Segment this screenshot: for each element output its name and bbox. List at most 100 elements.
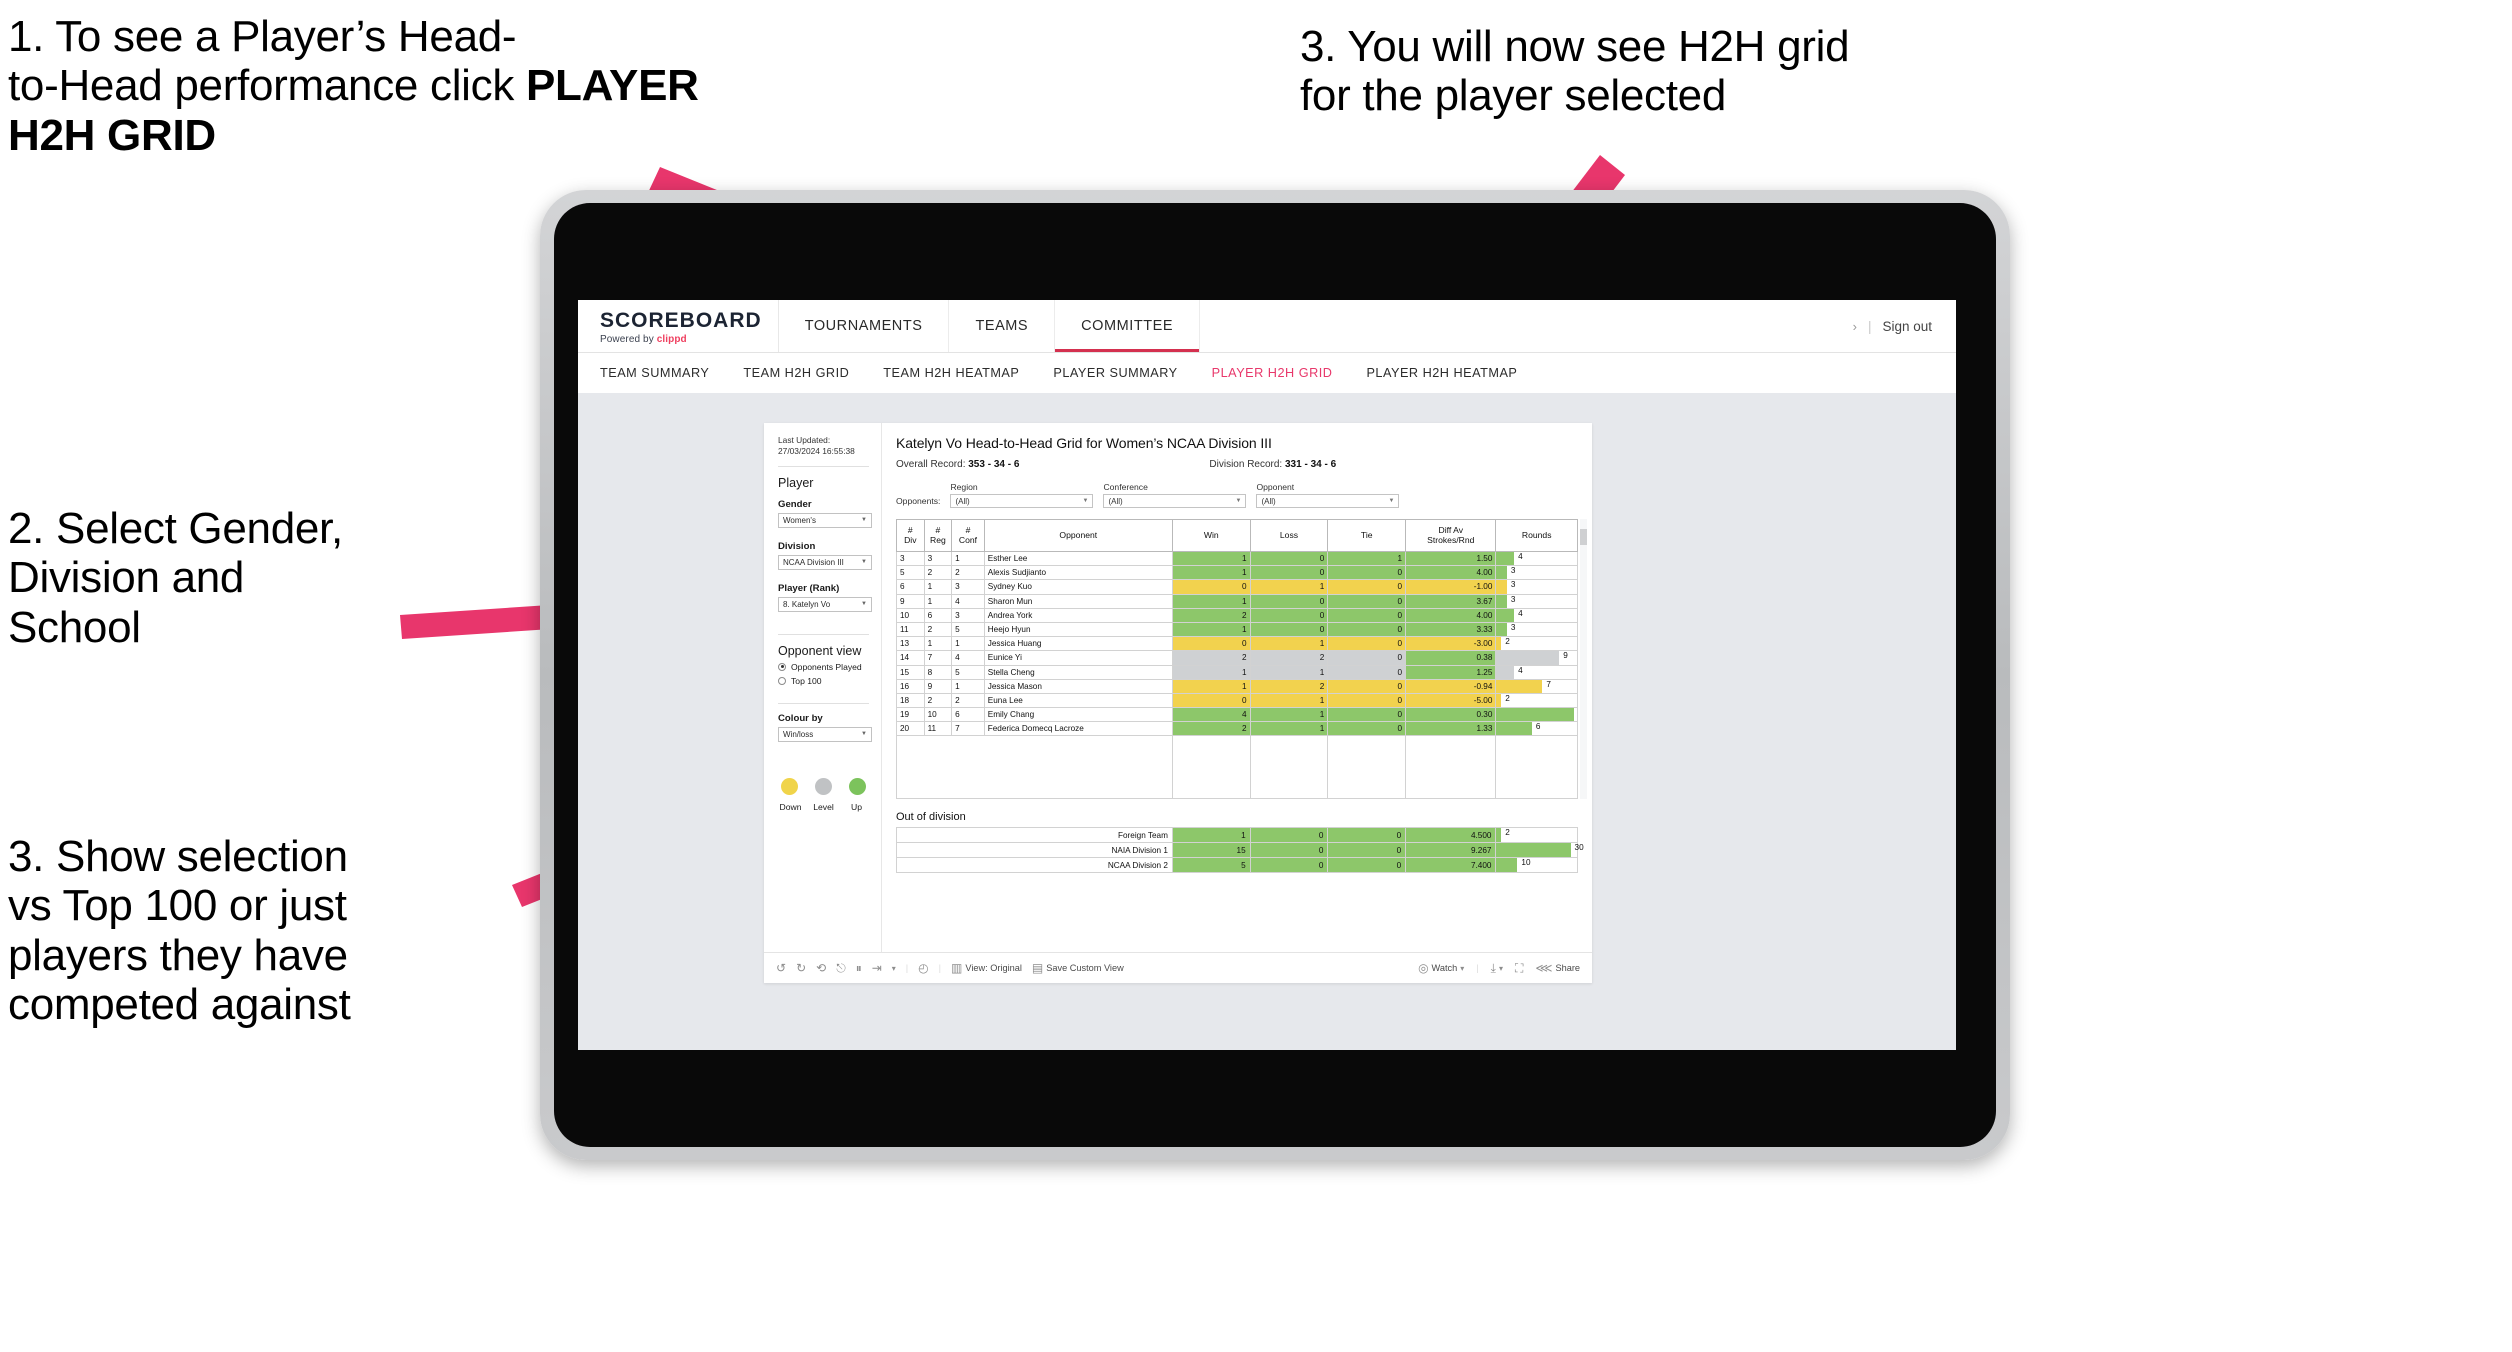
- tab-team-h2h-grid[interactable]: TEAM H2H GRID: [743, 366, 849, 380]
- player-section-heading: Player: [778, 475, 814, 490]
- tablet-screen: SCOREBOARD Powered by clippd TOURNAMENTS…: [578, 300, 1956, 1050]
- out-of-division-row[interactable]: NAIA Division 1 15 0 0 9.267 30: [896, 842, 1584, 859]
- redo-icon[interactable]: ↻: [796, 961, 806, 975]
- view-original-button[interactable]: ▥ View: Original: [951, 961, 1022, 975]
- clock-icon[interactable]: ◴: [918, 961, 928, 975]
- col-conf: # Conf: [951, 519, 985, 552]
- player-rank-select[interactable]: 8. Katelyn Vo ▼: [778, 596, 872, 612]
- fullscreen-icon[interactable]: ⛶: [1515, 961, 1523, 976]
- sign-out-button[interactable]: Sign out: [1882, 319, 1932, 334]
- h2h-grid-wrapper: # Div # Reg # Conf Opponent Win Loss Tie Di…: [896, 519, 1587, 800]
- tab-team-summary[interactable]: TEAM SUMMARY: [600, 366, 709, 380]
- save-custom-view-button[interactable]: ▤ Save Custom View: [1032, 961, 1124, 975]
- cell-loss: 0: [1249, 593, 1329, 609]
- table-row[interactable]: 5 2 2 Alexis Sudjianto 1 0 0 4.00 3: [896, 565, 1578, 581]
- radio-opponents-played[interactable]: Opponents Played: [778, 662, 869, 672]
- chevron-down-icon: ▼: [861, 517, 867, 524]
- cell-loss: 0: [1249, 607, 1329, 623]
- table-row[interactable]: 10 6 3 Andrea York 2 0 0 4.00 4: [896, 607, 1578, 623]
- filter-opponent-select[interactable]: (All) ▼: [1256, 494, 1400, 508]
- cell-loss: 2: [1249, 678, 1329, 694]
- app-header: SCOREBOARD Powered by clippd TOURNAMENTS…: [578, 300, 1956, 353]
- share-button[interactable]: ⋘ Share: [1535, 961, 1580, 975]
- gender-select[interactable]: Women's ▼: [778, 512, 872, 528]
- viz-toolbar: ↺ ↻ ⟲ ⎋ ⏸ ⇥ ▾ | ◴ | ▥ View: Original ▤ S…: [764, 952, 1592, 983]
- filter-region-value: (All): [955, 496, 970, 506]
- tab-player-summary[interactable]: PLAYER SUMMARY: [1053, 366, 1177, 380]
- filter-opponent-label: Opponent: [1256, 482, 1295, 492]
- table-row[interactable]: 15 8 5 Stella Cheng 1 1 0 1.25 4: [896, 664, 1578, 680]
- cell-conf: 2: [951, 565, 985, 581]
- chevron-right-icon[interactable]: ›: [1853, 319, 1857, 334]
- nav-tournaments[interactable]: TOURNAMENTS: [779, 300, 950, 352]
- tab-player-h2h-heatmap[interactable]: PLAYER H2H HEATMAP: [1366, 366, 1517, 380]
- cell-win: 0: [1171, 692, 1251, 709]
- table-row[interactable]: 18 2 2 Euna Lee 0 1 0 -5.00 2: [896, 692, 1578, 709]
- cell-rounds: 3: [1495, 621, 1578, 638]
- revert-icon[interactable]: ⟲: [816, 961, 826, 975]
- out-of-division-table: Foreign Team 1 0 0 4.500 2 NAIA Division 1 15 0…: [896, 827, 1584, 874]
- chevron-down-icon: ▼: [861, 731, 867, 738]
- table-row[interactable]: 9 1 4 Sharon Mun 1 0 0 3.67 3: [896, 593, 1578, 609]
- table-row[interactable]: 14 7 4 Eunice Yi 2 2 0 0.38 9: [896, 650, 1578, 666]
- watch-icon: ◎: [1418, 961, 1429, 975]
- division-label: Division: [778, 540, 816, 552]
- table-row[interactable]: 16 9 1 Jessica Mason 1 2 0 -0.94 7: [896, 678, 1578, 694]
- colour-by-value: Win/loss: [783, 729, 814, 739]
- colour-by-select[interactable]: Win/loss ▼: [778, 726, 872, 742]
- gender-value: Women's: [783, 515, 816, 525]
- cell-tie: 0: [1327, 678, 1407, 694]
- caret-icon[interactable]: ▾: [892, 964, 896, 973]
- cell-rounds: 4: [1495, 664, 1578, 680]
- table-row[interactable]: 13 1 1 Jessica Huang 0 1 0 -3.00 2: [896, 636, 1578, 652]
- radio-top-100[interactable]: Top 100: [778, 676, 869, 686]
- table-row[interactable]: 6 1 3 Sydney Kuo 0 1 0 -1.00 3: [896, 579, 1578, 595]
- cell-diff: 4.00: [1405, 565, 1497, 581]
- cell-reg: 3: [923, 550, 953, 567]
- legend-swatch-level: [815, 777, 832, 795]
- tab-team-h2h-heatmap[interactable]: TEAM H2H HEATMAP: [883, 366, 1019, 380]
- scoreboard-logo[interactable]: SCOREBOARD Powered by clippd: [578, 300, 779, 352]
- table-row[interactable]: 11 2 5 Heejo Hyun 1 0 0 3.33 3: [896, 621, 1578, 638]
- table-row[interactable]: 19106Emily Chang4100.3011: [896, 707, 1578, 723]
- cell-div: 6: [896, 579, 925, 595]
- tab-player-h2h-grid[interactable]: PLAYER H2H GRID: [1212, 366, 1333, 380]
- cell-div: 13: [896, 636, 925, 652]
- pause-icon[interactable]: ⏸: [856, 961, 862, 976]
- table-row[interactable]: 3 3 1 Esther Lee 1 0 1 1.50 4: [896, 550, 1578, 567]
- refresh-icon[interactable]: ⎋: [836, 961, 846, 976]
- nav-teams[interactable]: TEAMS: [949, 300, 1056, 352]
- filter-region-label: Region: [950, 482, 978, 492]
- colour-by-label: Colour by: [778, 712, 823, 724]
- cell-loss: 0: [1249, 621, 1329, 638]
- col-win: Win: [1171, 519, 1251, 552]
- table-row[interactable]: 20 11 7 Federica Domecq Lacroze 2 1 0 1.33 6: [896, 721, 1578, 737]
- out-of-division-row[interactable]: Foreign Team 1 0 0 4.500 2: [896, 827, 1578, 844]
- h2h-grid-body: 3 3 1 Esther Lee 1 0 1 1.50 4 5 2 2 Alexis Sudjiant…: [896, 550, 1578, 800]
- cell-div: 19: [896, 707, 925, 723]
- filter-region-select[interactable]: (All) ▼: [950, 494, 1094, 508]
- cell-conf: 6: [951, 707, 985, 723]
- grid-scrollbar[interactable]: [1580, 519, 1587, 800]
- overall-record-value: 353 - 34 - 6: [968, 459, 1020, 470]
- cell-rounds: 3: [1495, 579, 1578, 595]
- cell-diff: 7.400: [1405, 857, 1497, 874]
- division-select[interactable]: NCAA Division III ▼: [778, 554, 872, 570]
- cell-diff: 9.267: [1405, 842, 1497, 859]
- nav-committee[interactable]: COMMITTEE: [1055, 300, 1201, 352]
- cell-rounds: 4: [1495, 607, 1578, 623]
- last-updated-text: Last Updated: 27/03/2024 16:55:38: [778, 435, 855, 456]
- cell-opponent: Euna Lee: [983, 692, 1173, 709]
- arrow-icon[interactable]: ⇥: [872, 961, 882, 975]
- watch-button[interactable]: ◎ Watch ▾: [1418, 961, 1464, 975]
- out-of-division-row[interactable]: NCAA Division 2 5 0 0 7.400 10: [896, 857, 1578, 874]
- download-button[interactable]: ⤓ ▾: [1491, 961, 1503, 976]
- undo-icon[interactable]: ↺: [776, 961, 786, 975]
- out-of-division-heading: Out of division: [896, 811, 966, 824]
- cell-loss: 2: [1249, 650, 1329, 666]
- save-view-icon: ▤: [1031, 961, 1044, 975]
- cell-opponent: Eunice Yi: [983, 650, 1173, 666]
- annotation-3: 3. Show selection vs Top 100 or just pla…: [8, 832, 351, 1029]
- filter-conference-select[interactable]: (All) ▼: [1103, 494, 1247, 508]
